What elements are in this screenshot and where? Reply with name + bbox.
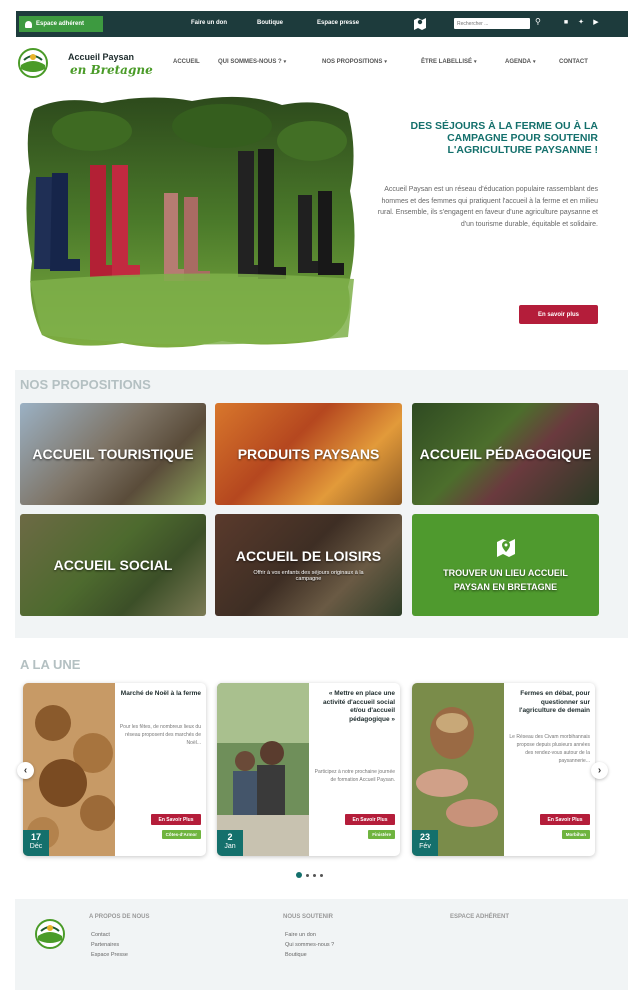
- chevron-down-icon: ▾: [283, 59, 287, 65]
- nav-about[interactable]: Qui sommes-nous ? ▾: [218, 59, 286, 65]
- news-category-tag[interactable]: Morbihan: [561, 830, 590, 839]
- footer-donate-link[interactable]: Faire un don: [285, 932, 316, 938]
- carousel-dot-active[interactable]: [296, 872, 302, 878]
- carousel-dot[interactable]: [313, 874, 316, 877]
- chevron-left-icon: ‹: [23, 765, 28, 776]
- youtube-icon[interactable]: ▶: [592, 19, 600, 27]
- tile-social[interactable]: Accueil social: [20, 514, 206, 616]
- footer: A propos de nous Contact Partenaires Esp…: [15, 899, 628, 990]
- hero-description: Accueil Paysan est un réseau d'éducation…: [377, 186, 598, 228]
- tile-educational[interactable]: Accueil pédagogique: [412, 403, 599, 505]
- news-category-tag[interactable]: Côtes-d'Armor: [161, 830, 201, 839]
- tile-products-label: Produits paysans: [237, 446, 380, 462]
- nav-home[interactable]: Accueil: [173, 59, 200, 65]
- tile-products[interactable]: Produits paysans: [215, 403, 402, 505]
- hero-image-boots: [26, 96, 355, 348]
- brand-name: Accueil Paysan: [68, 52, 135, 62]
- footer-about-link[interactable]: Qui sommes-nous ?: [285, 942, 334, 948]
- footer-logo[interactable]: [35, 919, 65, 949]
- news-card-excerpt: Le Réseau des Civam morbihannais propose…: [509, 734, 590, 764]
- chevron-down-icon: ▾: [384, 59, 387, 65]
- brand-region: en Bretagne: [70, 63, 153, 77]
- news-card-excerpt: Pour les fêtes, de nombreux lieux du rés…: [119, 724, 201, 746]
- twitter-icon[interactable]: ✦: [577, 19, 585, 27]
- footer-press-link[interactable]: Espace Presse: [91, 952, 128, 958]
- nav-labelled[interactable]: Être labellisé ▾: [421, 59, 477, 65]
- facebook-icon[interactable]: ■: [562, 19, 570, 27]
- news-read-more-button[interactable]: En Savoir Plus: [540, 814, 590, 825]
- news-read-more-button[interactable]: En Savoir Plus: [345, 814, 395, 825]
- hero-title: Des séjours à la ferme ou à la campagne …: [410, 120, 598, 156]
- carousel-dot[interactable]: [320, 874, 323, 877]
- nav-propositions[interactable]: Nos propositions ▾: [322, 59, 387, 65]
- footer-contact-link[interactable]: Contact: [91, 932, 110, 938]
- search-icon[interactable]: ⚲: [535, 17, 541, 26]
- chevron-down-icon: ▾: [474, 59, 477, 65]
- map-pin-icon[interactable]: [413, 16, 427, 30]
- footer-about-title: A propos de nous: [89, 914, 150, 920]
- news-category-tag[interactable]: Finistère: [368, 830, 395, 839]
- footer-member-title[interactable]: Espace adhérent: [450, 914, 509, 920]
- nav-agenda[interactable]: Agenda ▾: [505, 59, 536, 65]
- tile-find-place[interactable]: Trouver un lieu Accueil Paysan en Bretag…: [412, 514, 599, 616]
- carousel-next-button[interactable]: ›: [591, 762, 608, 779]
- news-card-title[interactable]: Marché de Noël à la ferme: [119, 690, 201, 699]
- top-bar: Espace adhérent Faire un don Boutique Es…: [16, 11, 628, 37]
- user-icon: [25, 20, 32, 28]
- footer-shop-link[interactable]: Boutique: [285, 952, 307, 958]
- member-area-button[interactable]: Espace adhérent: [19, 16, 103, 32]
- tile-educational-label: Accueil pédagogique: [419, 446, 592, 462]
- news-card-excerpt: Participez à notre prochaine journée de …: [314, 769, 395, 783]
- news-card[interactable]: 23 Fév Fermes en débat, pour questionner…: [412, 683, 595, 856]
- carousel-prev-button[interactable]: ‹: [17, 762, 34, 779]
- carousel-dot[interactable]: [306, 874, 309, 877]
- chevron-right-icon: ›: [597, 765, 602, 776]
- press-link[interactable]: Espace presse: [317, 20, 359, 26]
- tile-tourist-label: Accueil touristique: [32, 446, 194, 462]
- map-pin-icon: [496, 539, 515, 557]
- nav-contact[interactable]: Contact: [559, 59, 588, 65]
- news-card-title[interactable]: Fermes en débat, pour questionner sur l'…: [508, 690, 590, 716]
- shop-link[interactable]: Boutique: [257, 20, 283, 26]
- search-input[interactable]: [454, 18, 530, 29]
- news-title: A la une: [20, 657, 81, 672]
- footer-partners-link[interactable]: Partenaires: [91, 942, 119, 948]
- news-card[interactable]: 17 Déc Marché de Noël à la ferme Pour le…: [23, 683, 206, 856]
- news-card-title[interactable]: « Mettre en place une activité d'accueil…: [313, 690, 395, 724]
- tile-leisure[interactable]: Accueil de loisirs Offrir à vos enfants …: [215, 514, 402, 616]
- news-date-badge: 2 Jan: [217, 830, 243, 856]
- chevron-down-icon: ▾: [533, 59, 536, 65]
- news-read-more-button[interactable]: En Savoir Plus: [151, 814, 201, 825]
- footer-support-title: Nous soutenir: [283, 914, 334, 920]
- donate-link[interactable]: Faire un don: [191, 20, 227, 26]
- news-date-badge: 17 Déc: [23, 830, 49, 856]
- tile-find-place-label: Trouver un lieu Accueil Paysan en Bretag…: [443, 568, 568, 592]
- tile-leisure-label: Accueil de loisirs: [235, 548, 382, 564]
- news-card[interactable]: 2 Jan « Mettre en place une activité d'a…: [217, 683, 400, 856]
- learn-more-button[interactable]: En savoir plus: [519, 305, 598, 324]
- member-area-label: Espace adhérent: [36, 21, 85, 27]
- propositions-title: Nos propositions: [20, 377, 151, 392]
- tile-leisure-subtitle: Offrir à vos enfants des séjours origina…: [253, 570, 364, 582]
- site-logo[interactable]: [18, 48, 48, 78]
- tile-social-label: Accueil social: [53, 557, 173, 573]
- news-date-badge: 23 Fév: [412, 830, 438, 856]
- tile-tourist[interactable]: Accueil touristique: [20, 403, 206, 505]
